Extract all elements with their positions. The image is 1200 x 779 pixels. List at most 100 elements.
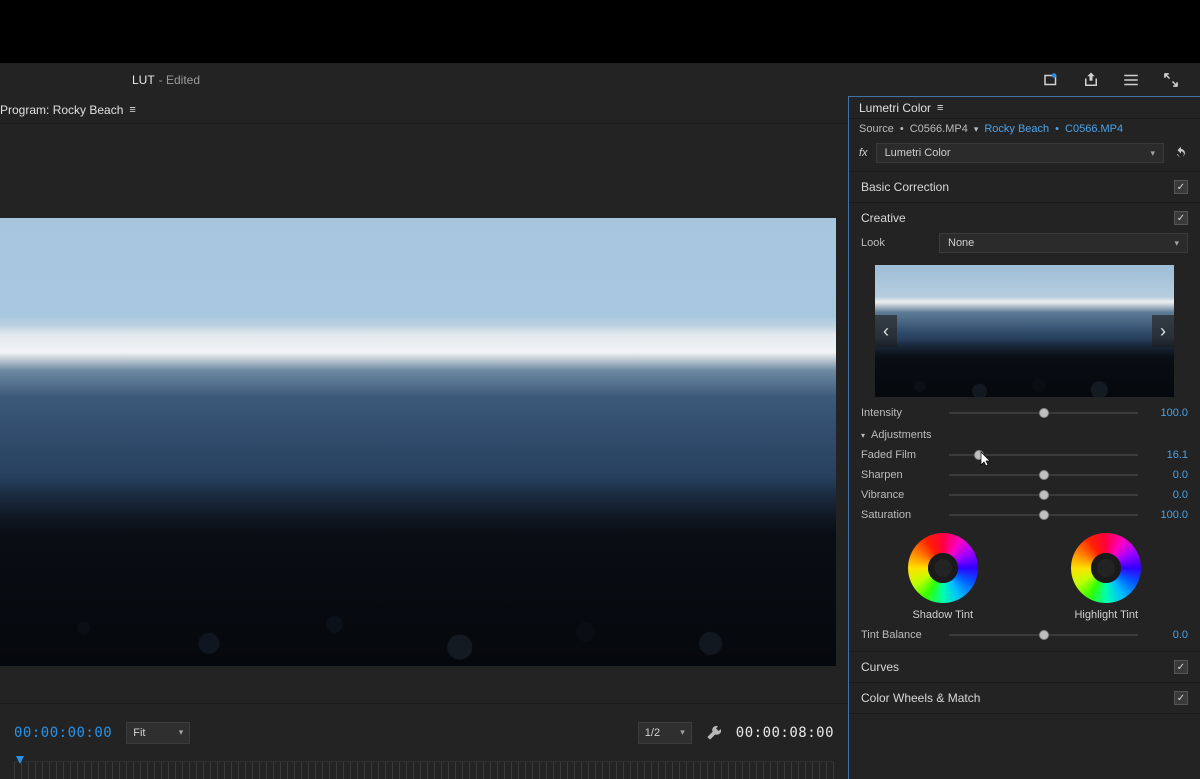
lumetri-panel-tab[interactable]: Lumetri Color ≡ (849, 97, 1200, 119)
tint-wheels: Shadow Tint Highlight Tint (861, 529, 1188, 621)
shadow-tint-column: Shadow Tint (908, 533, 978, 621)
project-status: - Edited (159, 73, 200, 87)
zoom-fit-value: Fit (133, 727, 145, 739)
source-link-row: Source • C0566.MP4 ▾ Rocky Beach • C0566… (849, 119, 1200, 139)
effect-selector-row: fx Lumetri Color ▾ (849, 139, 1200, 172)
lumetri-panel-title: Lumetri Color (859, 101, 931, 115)
program-sequence-name: Rocky Beach (53, 103, 124, 117)
look-label: Look (861, 237, 931, 249)
section-label: Basic Correction (861, 180, 949, 194)
tint-balance-value[interactable]: 0.0 (1146, 629, 1188, 641)
section-label: Creative (861, 211, 906, 225)
program-canvas-area (0, 124, 848, 703)
sharpen-label: Sharpen (861, 469, 941, 481)
slider-thumb[interactable] (974, 450, 984, 460)
program-tab[interactable]: Program: Rocky Beach ≡ (0, 96, 848, 124)
intensity-value[interactable]: 100.0 (1146, 407, 1188, 419)
source-label: Source (859, 123, 894, 135)
project-name: LUT (132, 73, 155, 87)
chevron-down-icon: ▾ (1150, 148, 1155, 159)
section-toggle-checkbox[interactable] (1174, 180, 1188, 194)
effect-select-value: Lumetri Color (885, 147, 951, 159)
section-head-basic[interactable]: Basic Correction (849, 172, 1200, 202)
slider-thumb[interactable] (1039, 470, 1049, 480)
look-value: None (948, 237, 974, 249)
intensity-track[interactable] (949, 407, 1138, 419)
sharpen-slider: Sharpen 0.0 (861, 469, 1188, 481)
zoom-fit-select[interactable]: Fit ▾ (126, 722, 190, 744)
fullscreen-icon[interactable] (1162, 71, 1180, 89)
fx-badge[interactable]: fx (859, 147, 868, 159)
section-head-curves[interactable]: Curves (849, 652, 1200, 682)
linked-sequence-name[interactable]: Rocky Beach (984, 123, 1049, 135)
chevron-down-icon: ▾ (1174, 238, 1179, 249)
section-color-wheels: Color Wheels & Match (849, 683, 1200, 714)
vibrance-label: Vibrance (861, 489, 941, 501)
tint-balance-track[interactable] (949, 629, 1138, 641)
app-header: LUT - Edited (0, 63, 1200, 96)
slider-thumb[interactable] (1039, 630, 1049, 640)
program-monitor-panel: Program: Rocky Beach ≡ 00:00:00:00 Fit ▾… (0, 96, 848, 779)
highlight-tint-column: Highlight Tint (1071, 533, 1141, 621)
shadow-tint-wheel[interactable] (908, 533, 978, 603)
lumetri-color-panel: Lumetri Color ≡ Source • C0566.MP4 ▾ Roc… (848, 96, 1200, 779)
faded-film-track[interactable] (949, 449, 1138, 461)
panel-menu-icon[interactable] (1122, 71, 1140, 89)
reset-effect-icon[interactable] (1172, 144, 1190, 162)
program-footer: 00:00:00:00 Fit ▾ 1/2 ▾ 00:00:08:00 (0, 703, 848, 761)
adjustments-subhead[interactable]: ▾ Adjustments (861, 429, 1188, 441)
sharpen-track[interactable] (949, 469, 1138, 481)
program-video-frame[interactable] (0, 218, 836, 666)
duration-timecode[interactable]: 00:00:08:00 (736, 725, 834, 741)
look-prev-arrow[interactable]: ‹ (875, 315, 897, 347)
chevron-down-icon[interactable]: ▾ (974, 124, 979, 135)
new-item-icon[interactable] (1042, 71, 1060, 89)
time-ruler[interactable] (14, 761, 834, 779)
letterbox-top (0, 0, 1200, 63)
export-icon[interactable] (1082, 71, 1100, 89)
section-head-creative[interactable]: Creative (849, 203, 1200, 233)
linked-clip-name[interactable]: C0566.MP4 (1065, 123, 1123, 135)
resolution-value: 1/2 (645, 727, 660, 739)
faded-film-slider: Faded Film 16.1 (861, 449, 1188, 461)
sharpen-value[interactable]: 0.0 (1146, 469, 1188, 481)
chevron-down-icon: ▾ (680, 727, 685, 738)
playback-resolution-select[interactable]: 1/2 ▾ (638, 722, 692, 744)
section-label: Color Wheels & Match (861, 691, 980, 705)
section-toggle-checkbox[interactable] (1174, 660, 1188, 674)
chevron-down-icon: ▾ (179, 727, 184, 738)
tab-menu-icon[interactable]: ≡ (937, 102, 943, 114)
faded-film-label: Faded Film (861, 449, 941, 461)
look-row: Look None ▾ (861, 233, 1188, 253)
disclosure-triangle-icon: ▾ (861, 431, 865, 440)
section-toggle-checkbox[interactable] (1174, 211, 1188, 225)
slider-thumb[interactable] (1039, 510, 1049, 520)
highlight-tint-label: Highlight Tint (1074, 609, 1138, 621)
section-creative: Creative Look None ▾ ‹ › Intensity (849, 203, 1200, 652)
look-select[interactable]: None ▾ (939, 233, 1188, 253)
highlight-tint-wheel[interactable] (1071, 533, 1141, 603)
saturation-value[interactable]: 100.0 (1146, 509, 1188, 521)
settings-wrench-icon[interactable] (706, 725, 722, 741)
slider-thumb[interactable] (1039, 490, 1049, 500)
header-toolbar (1042, 71, 1180, 89)
vibrance-track[interactable] (949, 489, 1138, 501)
effect-select[interactable]: Lumetri Color ▾ (876, 143, 1164, 163)
look-next-arrow[interactable]: › (1152, 315, 1174, 347)
playhead-timecode[interactable]: 00:00:00:00 (14, 725, 112, 741)
section-head-color-wheels[interactable]: Color Wheels & Match (849, 683, 1200, 713)
slider-thumb[interactable] (1039, 408, 1049, 418)
section-toggle-checkbox[interactable] (1174, 691, 1188, 705)
tab-menu-icon[interactable]: ≡ (129, 104, 135, 116)
faded-film-value[interactable]: 16.1 (1146, 449, 1188, 461)
section-basic-correction: Basic Correction (849, 172, 1200, 203)
saturation-track[interactable] (949, 509, 1138, 521)
document-title: LUT - Edited (132, 73, 200, 87)
source-clip-name[interactable]: C0566.MP4 (910, 123, 968, 135)
intensity-slider: Intensity 100.0 (861, 407, 1188, 419)
tint-balance-label: Tint Balance (861, 629, 941, 641)
look-preview: ‹ › (875, 265, 1174, 397)
vibrance-value[interactable]: 0.0 (1146, 489, 1188, 501)
playhead-indicator[interactable] (14, 756, 26, 768)
intensity-label: Intensity (861, 407, 941, 419)
